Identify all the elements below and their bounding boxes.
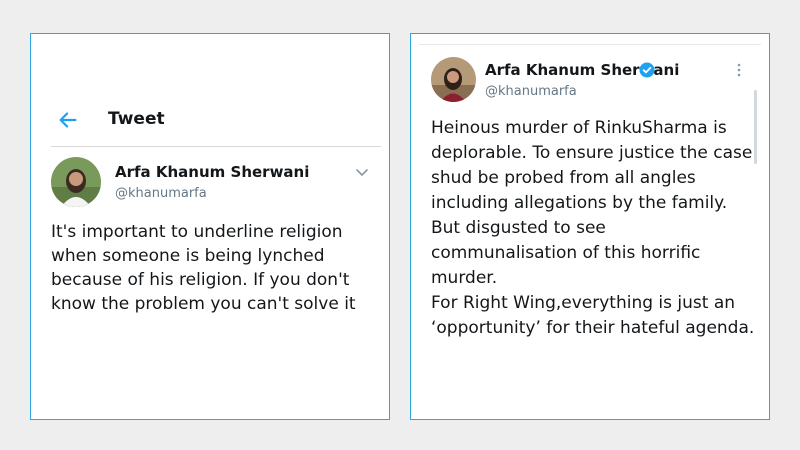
avatar[interactable]: [431, 57, 476, 102]
tweet-paragraph: Heinous murder of RinkuSharma is deplora…: [431, 118, 753, 213]
page-title: Tweet: [108, 109, 165, 129]
author-handle[interactable]: @khanumarfa: [115, 186, 207, 201]
chevron-down-icon[interactable]: [355, 168, 369, 178]
more-vertical-icon[interactable]: [736, 62, 742, 78]
author-handle[interactable]: @khanumarfa: [485, 84, 577, 99]
tweet-text: Heinous murder of RinkuSharma is deplora…: [431, 116, 756, 341]
author-name[interactable]: Arfa Khanum Sherwani: [115, 163, 309, 181]
arrow-left-icon[interactable]: [57, 109, 79, 131]
tweet-paragraph: But disgusted to see communalisation of …: [431, 218, 701, 288]
avatar[interactable]: [51, 157, 101, 207]
divider: [419, 44, 761, 45]
tweet-card-left: Tweet Arfa Khanum Sherwani @khanumarfa I…: [30, 33, 390, 420]
tweet-paragraph: For Right Wing,everything is just an ‘op…: [431, 293, 755, 338]
tweet-text: It's important to underline religion whe…: [51, 222, 356, 314]
tweet-card-right: Arfa Khanum Sherwani @khanumarfa Heinous…: [410, 33, 770, 420]
divider: [51, 146, 381, 147]
tweet-header: Tweet: [31, 98, 389, 144]
verified-badge-icon: [639, 62, 655, 78]
